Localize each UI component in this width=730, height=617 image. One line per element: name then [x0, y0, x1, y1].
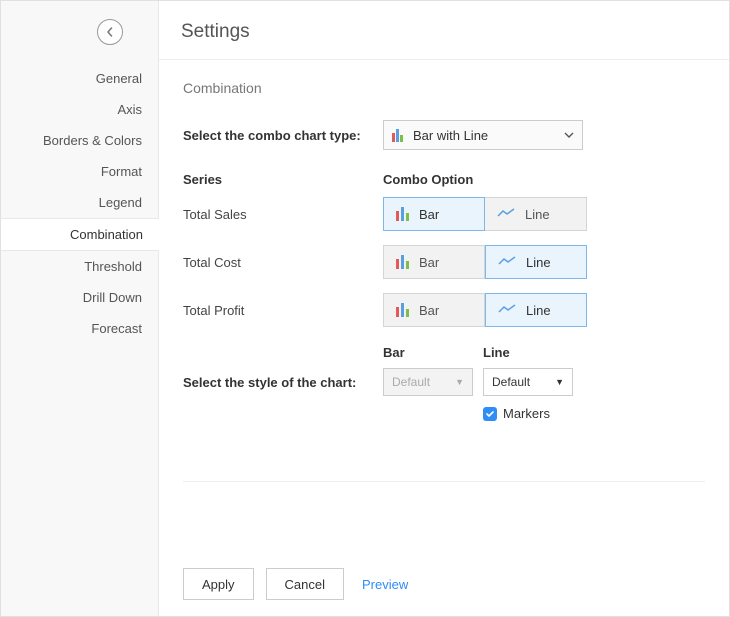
preview-link[interactable]: Preview	[356, 577, 414, 592]
option-line[interactable]: Line	[485, 293, 587, 327]
sidebar-item-legend[interactable]: Legend	[1, 187, 158, 218]
page-title: Settings	[159, 1, 729, 60]
style-label: Select the style of the chart:	[183, 375, 383, 390]
series-name: Total Profit	[183, 303, 383, 318]
series-row-total-sales: Total Sales Bar Line	[183, 197, 705, 231]
sidebar-item-combination[interactable]: Combination	[1, 218, 159, 251]
option-line[interactable]: Line	[485, 197, 587, 231]
option-bar[interactable]: Bar	[383, 293, 485, 327]
combo-option-toggle: Bar Line	[383, 293, 587, 327]
bar-style-select: Default ▼	[383, 368, 473, 396]
bar-icon	[396, 255, 409, 269]
option-line[interactable]: Line	[485, 245, 587, 279]
sidebar: General Axis Borders & Colors Format Leg…	[1, 1, 159, 616]
sidebar-item-general[interactable]: General	[1, 63, 158, 94]
columns-header: Series Combo Option	[183, 172, 705, 187]
style-line-header: Line	[483, 345, 583, 360]
combo-option-toggle: Bar Line	[383, 197, 587, 231]
series-name: Total Cost	[183, 255, 383, 270]
sidebar-item-format[interactable]: Format	[1, 156, 158, 187]
line-style-select[interactable]: Default ▼	[483, 368, 573, 396]
checkbox-checked-icon	[483, 407, 497, 421]
line-icon	[497, 207, 515, 222]
footer: Apply Cancel Preview	[159, 552, 729, 616]
sidebar-nav: General Axis Borders & Colors Format Leg…	[1, 63, 158, 344]
chevron-left-icon	[105, 27, 115, 37]
style-bar-header: Bar	[383, 345, 483, 360]
divider	[183, 481, 705, 482]
triangle-down-icon: ▼	[455, 377, 464, 387]
bar-icon	[396, 207, 409, 221]
apply-button[interactable]: Apply	[183, 568, 254, 600]
sidebar-item-threshold[interactable]: Threshold	[1, 251, 158, 282]
markers-checkbox[interactable]: Markers	[483, 406, 550, 421]
style-columns-header: Bar Line	[183, 345, 705, 360]
series-row-total-profit: Total Profit Bar Line	[183, 293, 705, 327]
style-row: Select the style of the chart: Default ▼…	[183, 368, 705, 396]
back-button[interactable]	[97, 19, 123, 45]
triangle-down-icon: ▼	[555, 377, 564, 387]
markers-label: Markers	[503, 406, 550, 421]
combo-type-dropdown[interactable]: Bar with Line	[383, 120, 583, 150]
section-title: Combination	[183, 80, 705, 96]
series-header: Series	[183, 172, 383, 187]
option-bar[interactable]: Bar	[383, 245, 485, 279]
line-icon	[498, 303, 516, 318]
series-row-total-cost: Total Cost Bar Line	[183, 245, 705, 279]
main-panel: Settings Combination Select the combo ch…	[159, 1, 729, 616]
bar-icon	[396, 303, 409, 317]
sidebar-item-forecast[interactable]: Forecast	[1, 313, 158, 344]
combo-type-label: Select the combo chart type:	[183, 128, 383, 143]
combo-type-value: Bar with Line	[413, 128, 488, 143]
line-icon	[498, 255, 516, 270]
cancel-button[interactable]: Cancel	[266, 568, 344, 600]
combo-type-row: Select the combo chart type: Bar with Li…	[183, 120, 705, 150]
series-name: Total Sales	[183, 207, 383, 222]
content: Combination Select the combo chart type:…	[159, 60, 729, 552]
settings-window: General Axis Borders & Colors Format Leg…	[0, 0, 730, 617]
combo-option-toggle: Bar Line	[383, 245, 587, 279]
combo-option-header: Combo Option	[383, 172, 473, 187]
sidebar-item-axis[interactable]: Axis	[1, 94, 158, 125]
option-bar[interactable]: Bar	[383, 197, 485, 231]
sidebar-item-borders-colors[interactable]: Borders & Colors	[1, 125, 158, 156]
bar-with-line-icon	[392, 128, 403, 142]
sidebar-item-drill-down[interactable]: Drill Down	[1, 282, 158, 313]
chevron-down-icon	[564, 128, 574, 143]
markers-row: Markers	[183, 406, 705, 421]
